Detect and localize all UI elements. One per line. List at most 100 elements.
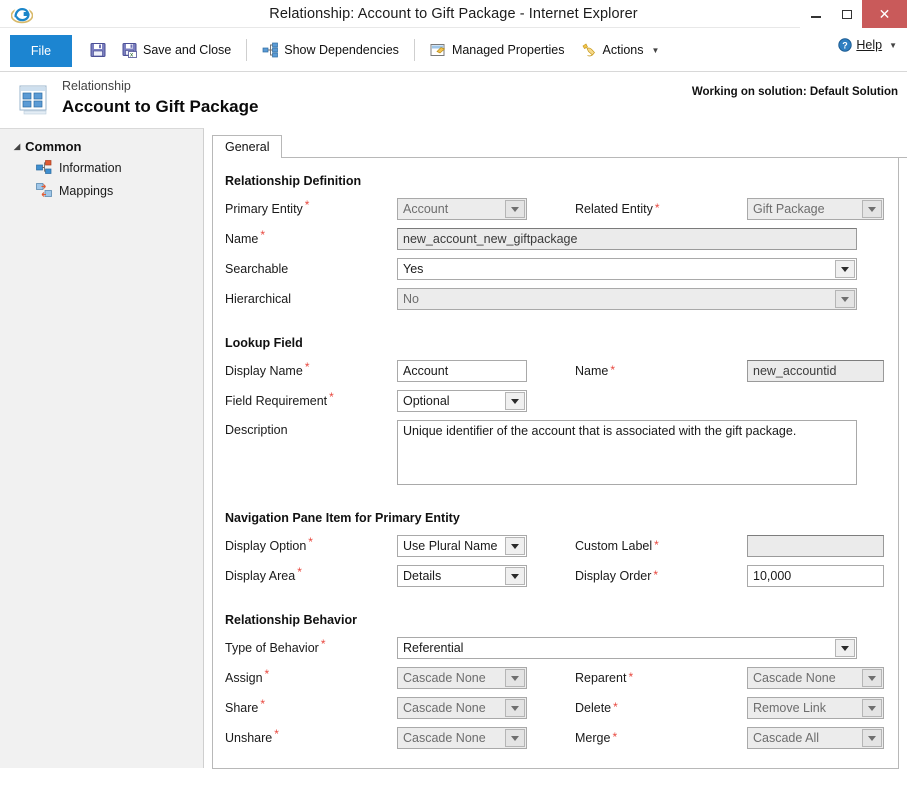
- delete-value: Remove Link: [753, 701, 826, 715]
- managed-properties-label: Managed Properties: [451, 43, 565, 57]
- required-asterisk: *: [274, 727, 279, 741]
- required-asterisk: *: [304, 198, 310, 212]
- page-title: Account to Gift Package: [62, 97, 259, 116]
- maximize-button[interactable]: [831, 0, 862, 28]
- dependencies-icon: [262, 42, 279, 58]
- delete-select[interactable]: Remove Link: [747, 697, 884, 719]
- label-display-order: Display Order *: [575, 568, 659, 583]
- related-entity-select[interactable]: Gift Package: [747, 198, 884, 220]
- section-title-navigation-pane: Navigation Pane Item for Primary Entity: [225, 511, 460, 525]
- unshare-value: Cascade None: [403, 731, 486, 745]
- display-name-input[interactable]: Account: [397, 360, 527, 382]
- label-reparent: Reparent *: [575, 670, 634, 685]
- information-node-icon: [36, 160, 52, 174]
- section-title-relationship-definition: Relationship Definition: [225, 174, 362, 188]
- label-custom-label: Custom Label *: [575, 538, 659, 553]
- chevron-down-icon: [835, 639, 855, 657]
- mappings-icon: [36, 183, 52, 197]
- reparent-select[interactable]: Cascade None: [747, 667, 884, 689]
- help-chevron-down-icon: ▼: [889, 40, 897, 50]
- save-and-close-button[interactable]: x Save and Close: [114, 39, 239, 61]
- chevron-down-icon: [505, 537, 525, 555]
- lookup-name-input[interactable]: new_accountid: [747, 360, 884, 382]
- actions-icon: [582, 43, 595, 57]
- field-requirement-value: Optional: [403, 394, 450, 408]
- close-button[interactable]: ✕: [862, 0, 907, 28]
- label-relationship-name: Name *: [225, 228, 266, 246]
- save-and-close-label: Save and Close: [143, 43, 232, 57]
- display-option-select[interactable]: Use Plural Name: [397, 535, 527, 557]
- main-content-area: General Relationship Definition Primary …: [204, 128, 907, 776]
- tab-strip: General: [212, 134, 907, 158]
- sidebar-group-common[interactable]: ◢ Common: [0, 137, 203, 156]
- window-controls: ✕: [800, 0, 907, 28]
- label-share: Share *: [225, 697, 266, 715]
- row-share-delete: Share * Cascade None Delete * Remove Link: [225, 697, 884, 719]
- save-icon-button[interactable]: [82, 39, 114, 61]
- required-asterisk: *: [628, 670, 634, 684]
- label-description: Description: [225, 423, 288, 437]
- solution-context-label: Working on solution: Default Solution: [691, 86, 898, 98]
- assign-value: Cascade None: [403, 671, 486, 685]
- chevron-down-icon: [505, 392, 525, 410]
- description-textarea[interactable]: [397, 420, 857, 485]
- show-dependencies-button[interactable]: Show Dependencies: [254, 39, 407, 61]
- toolbar-separator-2: [413, 39, 415, 61]
- label-related-entity: Related Entity *: [575, 201, 660, 216]
- required-asterisk: *: [612, 730, 618, 744]
- required-asterisk: *: [260, 697, 266, 711]
- assign-select[interactable]: Cascade None: [397, 667, 527, 689]
- label-primary-entity: Primary Entity *: [225, 198, 310, 216]
- reparent-value: Cascade None: [753, 671, 836, 685]
- row-assign-reparent: Assign * Cascade None Reparent * Cascade N…: [225, 667, 884, 689]
- label-type-of-behavior: Type of Behavior *: [225, 637, 326, 655]
- tab-general[interactable]: General: [212, 135, 283, 158]
- chevron-down-icon: [505, 567, 525, 585]
- display-order-input[interactable]: 10,000: [747, 565, 884, 587]
- window-title-bar: Relationship: Account to Gift Package - …: [0, 0, 907, 28]
- label-display-name: Display Name *: [225, 360, 310, 378]
- managed-properties-button[interactable]: Managed Properties: [422, 39, 573, 61]
- collapse-triangle-icon: ◢: [14, 142, 21, 151]
- actions-button[interactable]: Actions ▼: [573, 39, 668, 61]
- required-asterisk: *: [264, 667, 270, 681]
- type-of-behavior-select[interactable]: Referential: [397, 637, 857, 659]
- primary-entity-select[interactable]: Account: [397, 198, 527, 220]
- tab-strip-filler: [282, 157, 907, 158]
- internet-explorer-icon: [8, 2, 36, 26]
- display-area-select[interactable]: Details: [397, 565, 527, 587]
- required-asterisk: *: [654, 538, 659, 552]
- chevron-down-icon: [505, 699, 525, 717]
- sidebar-group-label: Common: [25, 139, 82, 154]
- relationship-name-input[interactable]: new_account_new_giftpackage: [397, 228, 857, 250]
- chevron-down-icon: [505, 200, 525, 218]
- field-requirement-select[interactable]: Optional: [397, 390, 527, 412]
- help-label: Help: [856, 38, 883, 52]
- required-asterisk: *: [613, 700, 618, 714]
- help-button[interactable]: ? Help ▼: [838, 38, 897, 52]
- chevron-down-icon: [835, 290, 855, 308]
- minimize-button[interactable]: [800, 0, 831, 28]
- save-icon: [90, 43, 106, 57]
- unshare-select[interactable]: Cascade None: [397, 727, 527, 749]
- required-asterisk: *: [329, 390, 334, 404]
- file-tab-button[interactable]: File: [10, 35, 72, 67]
- section-title-lookup-field: Lookup Field: [225, 336, 303, 350]
- custom-label-input[interactable]: [747, 535, 884, 557]
- sidebar-item-information[interactable]: Information: [0, 156, 203, 179]
- searchable-select[interactable]: Yes: [397, 258, 857, 280]
- required-asterisk: *: [320, 637, 326, 651]
- merge-select[interactable]: Cascade All: [747, 727, 884, 749]
- merge-value: Cascade All: [753, 731, 820, 745]
- label-hierarchical: Hierarchical: [225, 292, 291, 306]
- share-value: Cascade None: [403, 701, 486, 715]
- share-select[interactable]: Cascade None: [397, 697, 527, 719]
- label-display-area: Display Area *: [225, 565, 302, 583]
- show-dependencies-label: Show Dependencies: [284, 43, 399, 57]
- left-navigation-pane: ◢ Common Information Mappings: [0, 128, 204, 768]
- sidebar-item-mappings[interactable]: Mappings: [0, 179, 203, 202]
- hierarchical-select[interactable]: No: [397, 288, 857, 310]
- relationship-grid-icon: [18, 84, 52, 116]
- hierarchical-value: No: [403, 292, 419, 306]
- row-display-area: Display Area * Details Display Order * 10,…: [225, 565, 884, 587]
